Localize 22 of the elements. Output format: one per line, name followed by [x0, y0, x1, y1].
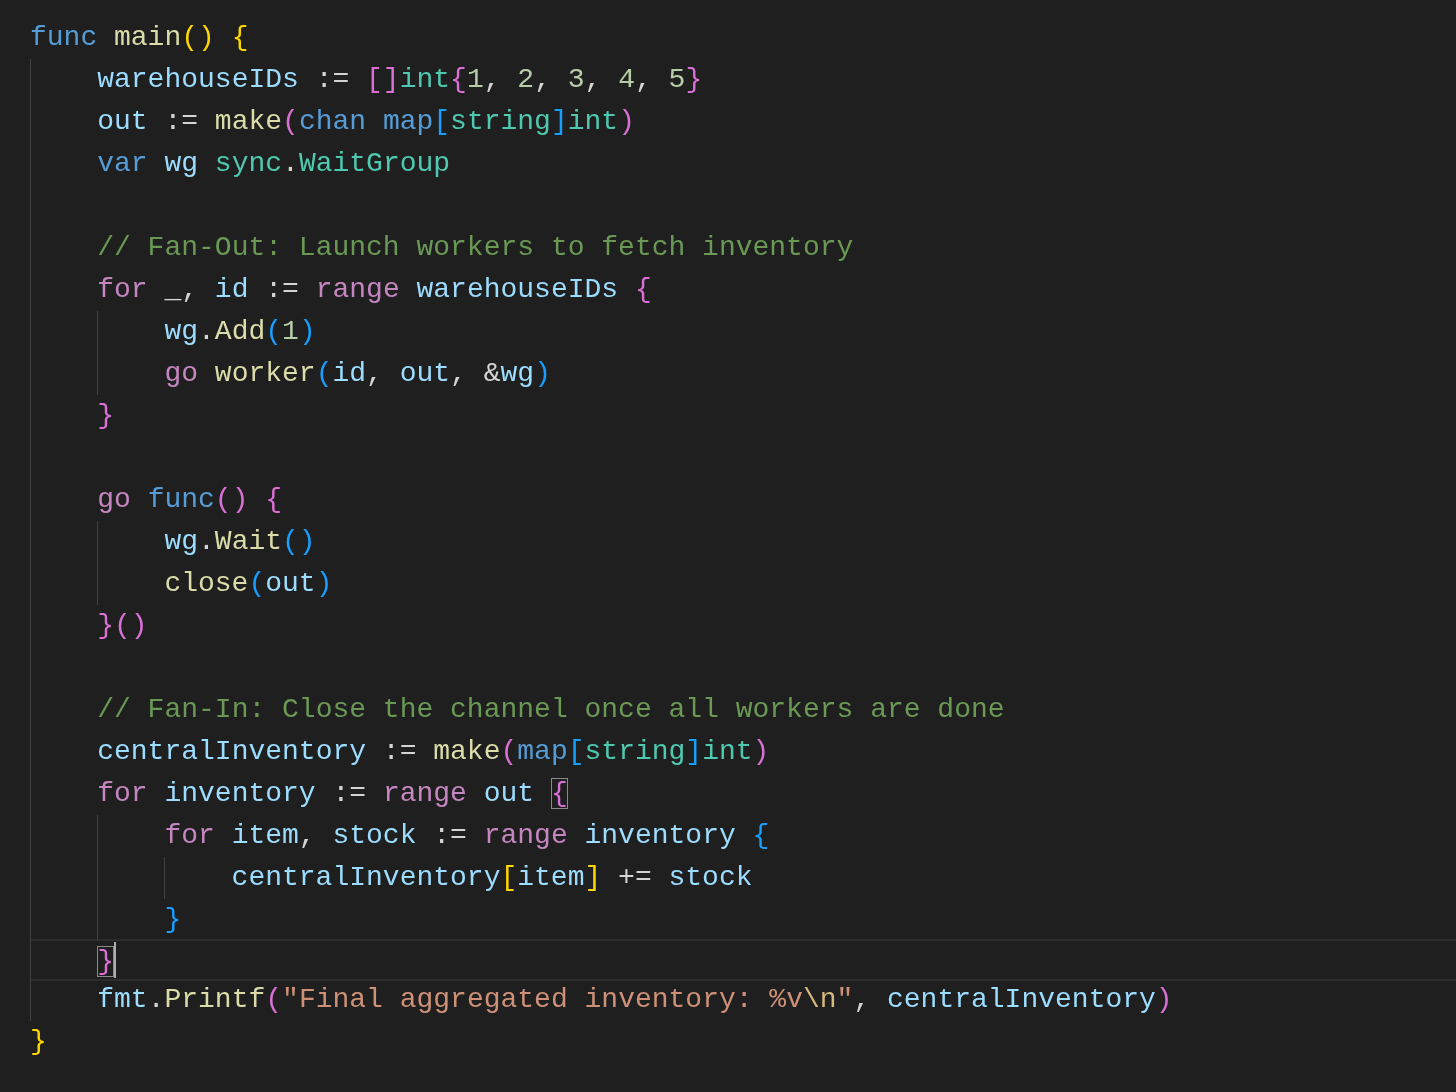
code-line: func main() { — [30, 21, 249, 55]
code-line: out := make(chan map[string]int) — [97, 105, 635, 139]
code-line: centralInventory[item] += stock — [231, 861, 753, 895]
code-line: for _, id := range warehouseIDs { — [97, 273, 652, 307]
code-line: } — [30, 1025, 47, 1059]
code-line: wg.Add(1) — [164, 315, 316, 349]
code-line: centralInventory := make(map[string]int) — [97, 735, 770, 769]
code-line: for item, stock := range inventory { — [164, 819, 770, 853]
code-line: go func() { — [97, 483, 283, 517]
code-line: wg.Wait() — [164, 525, 316, 559]
code-line: // Fan-Out: Launch workers to fetch inventory — [97, 231, 854, 265]
code-line: close(out) — [164, 567, 333, 601]
code-line: }() — [97, 609, 148, 643]
code-line: var wg sync.WaitGroup — [97, 147, 451, 181]
code-line: go worker(id, out, &wg) — [164, 357, 551, 391]
code-line: // Fan-In: Close the channel once all workers are done — [97, 693, 1005, 727]
code-line: warehouseIDs := []int{1, 2, 3, 4, 5} — [97, 63, 703, 97]
code-line: } — [97, 945, 114, 979]
code-line: for inventory := range out { — [97, 777, 568, 811]
code-line: fmt.Printf("Final aggregated inventory: %v\n", centralInventory) — [97, 983, 1173, 1017]
code-line: } — [164, 903, 182, 937]
code-line: } — [97, 399, 114, 433]
